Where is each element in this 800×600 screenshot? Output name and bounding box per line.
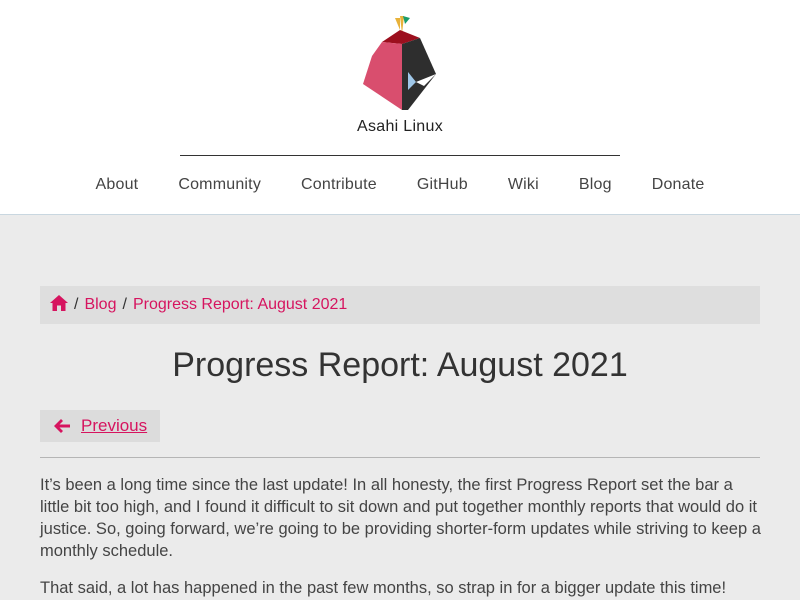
breadcrumb-home[interactable] (50, 294, 68, 316)
breadcrumb-blog[interactable]: Blog (84, 296, 116, 314)
nav-donate[interactable]: Donate (632, 172, 725, 198)
previous-post-button[interactable]: Previous (40, 410, 160, 442)
content-paragraph: It’s been a long time since the last upd… (40, 476, 761, 560)
main-nav: About Community Contribute GitHub Wiki B… (0, 172, 800, 198)
site-logo[interactable]: Asahi Linux (340, 12, 460, 142)
header-divider (180, 155, 620, 156)
breadcrumb-separator: / (122, 296, 127, 313)
arrow-left-icon (54, 419, 70, 433)
site-logo-text: Asahi Linux (356, 118, 444, 135)
nav-contribute[interactable]: Contribute (281, 172, 397, 198)
previous-label: Previous (81, 416, 148, 435)
breadcrumb: / Blog / Progress Report: August 2021 (40, 286, 760, 324)
asahi-logo-icon (363, 16, 436, 110)
nav-wiki[interactable]: Wiki (488, 172, 559, 198)
page-title: Progress Report: August 2021 (172, 346, 628, 384)
breadcrumb-current: Progress Report: August 2021 (132, 296, 348, 313)
breadcrumb-separator: / (74, 296, 79, 313)
nav-community[interactable]: Community (158, 172, 281, 198)
site-header: Asahi Linux About Community Contribute G… (0, 0, 800, 215)
content-divider (40, 457, 760, 458)
nav-github[interactable]: GitHub (397, 172, 488, 198)
home-icon (50, 294, 68, 311)
nav-about[interactable]: About (76, 172, 159, 198)
content-paragraph: That said, a lot has happened in the pas… (40, 579, 727, 597)
nav-blog[interactable]: Blog (559, 172, 632, 198)
